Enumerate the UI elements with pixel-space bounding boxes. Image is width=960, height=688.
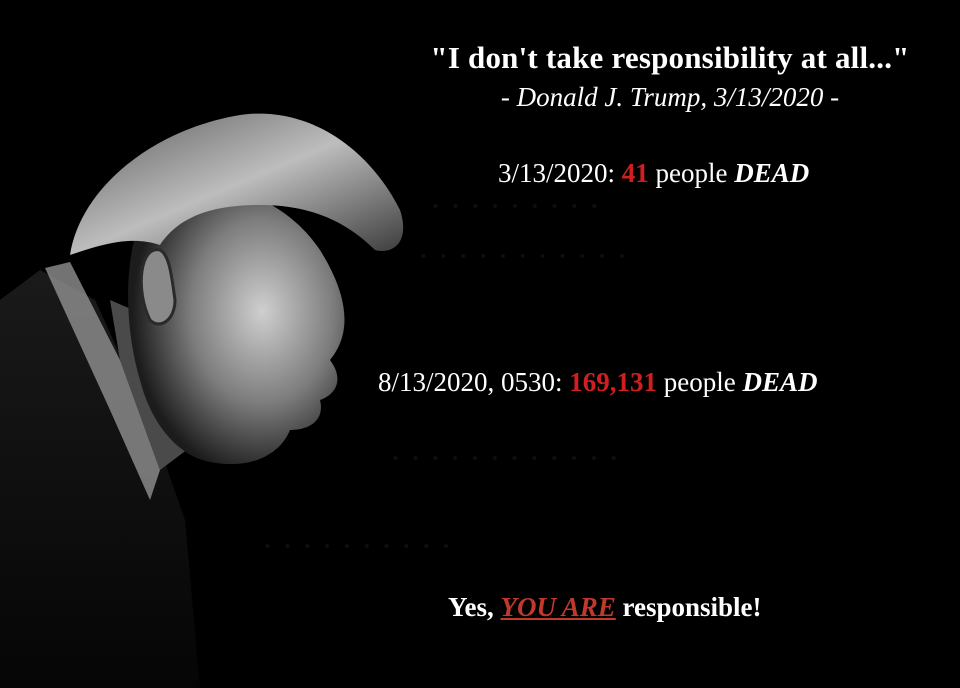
- death-count-line-1: 3/13/2020: 41 people DEAD: [498, 158, 809, 189]
- date-label: 8/13/2020, 0530:: [378, 367, 570, 397]
- dead-label: DEAD: [742, 367, 818, 397]
- closing-prefix: Yes,: [448, 592, 501, 622]
- quote-attribution: - Donald J. Trump, 3/13/2020 -: [500, 82, 840, 112]
- people-label: people: [648, 158, 735, 188]
- dead-label: DEAD: [734, 158, 810, 188]
- closing-statement: Yes, YOU ARE responsible!: [448, 592, 762, 623]
- death-count-line-2: 8/13/2020, 0530: 169,131 people DEAD: [378, 367, 818, 398]
- closing-suffix: responsible!: [615, 592, 762, 622]
- date-label: 3/13/2020:: [498, 158, 622, 188]
- meme-canvas: · · · · · · · · · · · · · · · · · · · · …: [0, 0, 960, 688]
- people-label: people: [657, 367, 743, 397]
- death-count-number: 169,131: [569, 367, 658, 397]
- closing-emphasis: YOU ARE: [500, 592, 616, 622]
- quote-text: "I don't take responsibility at all...": [430, 40, 910, 75]
- death-count-number: 41: [621, 158, 649, 188]
